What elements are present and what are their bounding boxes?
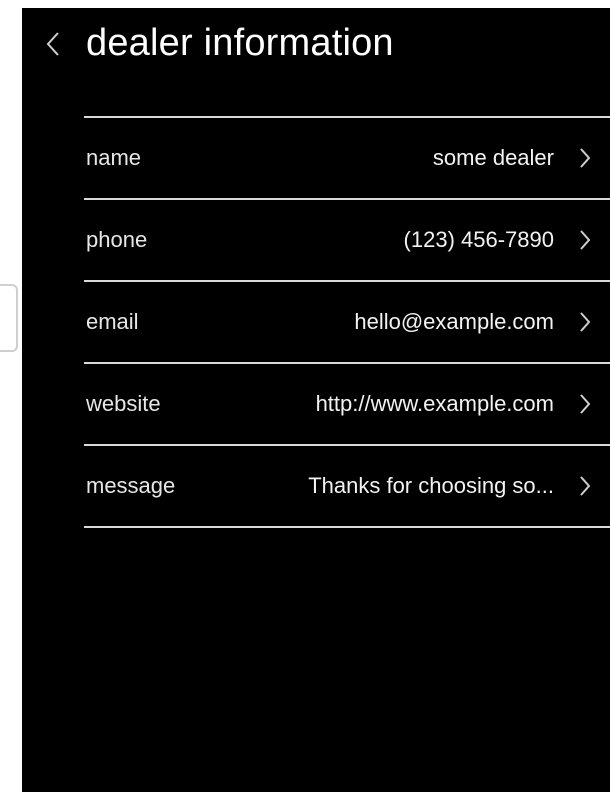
row-value: some dealer bbox=[432, 145, 554, 170]
row-email[interactable]: email hello@example.com bbox=[84, 282, 610, 364]
row-label: message bbox=[86, 473, 176, 498]
dealer-info-list: name some dealer phone (123) 456-7890 em… bbox=[84, 116, 610, 528]
row-website[interactable]: website http://www.example.com bbox=[84, 364, 610, 446]
back-button[interactable] bbox=[38, 24, 68, 64]
chevron-right-icon bbox=[578, 475, 592, 497]
chevron-right-icon bbox=[578, 229, 592, 251]
chevron-right-icon bbox=[578, 311, 592, 333]
row-label: email bbox=[86, 309, 139, 334]
row-name[interactable]: name some dealer bbox=[84, 118, 610, 200]
row-value: (123) 456-7890 bbox=[403, 227, 554, 252]
row-label: website bbox=[86, 391, 161, 416]
chevron-left-icon bbox=[46, 31, 60, 57]
row-phone[interactable]: phone (123) 456-7890 bbox=[84, 200, 610, 282]
row-message[interactable]: message Thanks for choosing so... bbox=[84, 446, 610, 528]
chevron-right-icon bbox=[578, 393, 592, 415]
dealer-information-screen: dealer information name some dealer phon… bbox=[22, 8, 610, 792]
row-label: name bbox=[86, 145, 142, 170]
row-value: hello@example.com bbox=[354, 309, 554, 334]
chevron-right-icon bbox=[578, 147, 592, 169]
page-title: dealer information bbox=[86, 22, 394, 64]
row-value: http://www.example.com bbox=[315, 391, 554, 416]
side-panel-tab bbox=[0, 284, 18, 352]
row-value: Thanks for choosing so... bbox=[308, 473, 554, 498]
row-label: phone bbox=[86, 227, 148, 252]
header: dealer information bbox=[22, 8, 610, 78]
